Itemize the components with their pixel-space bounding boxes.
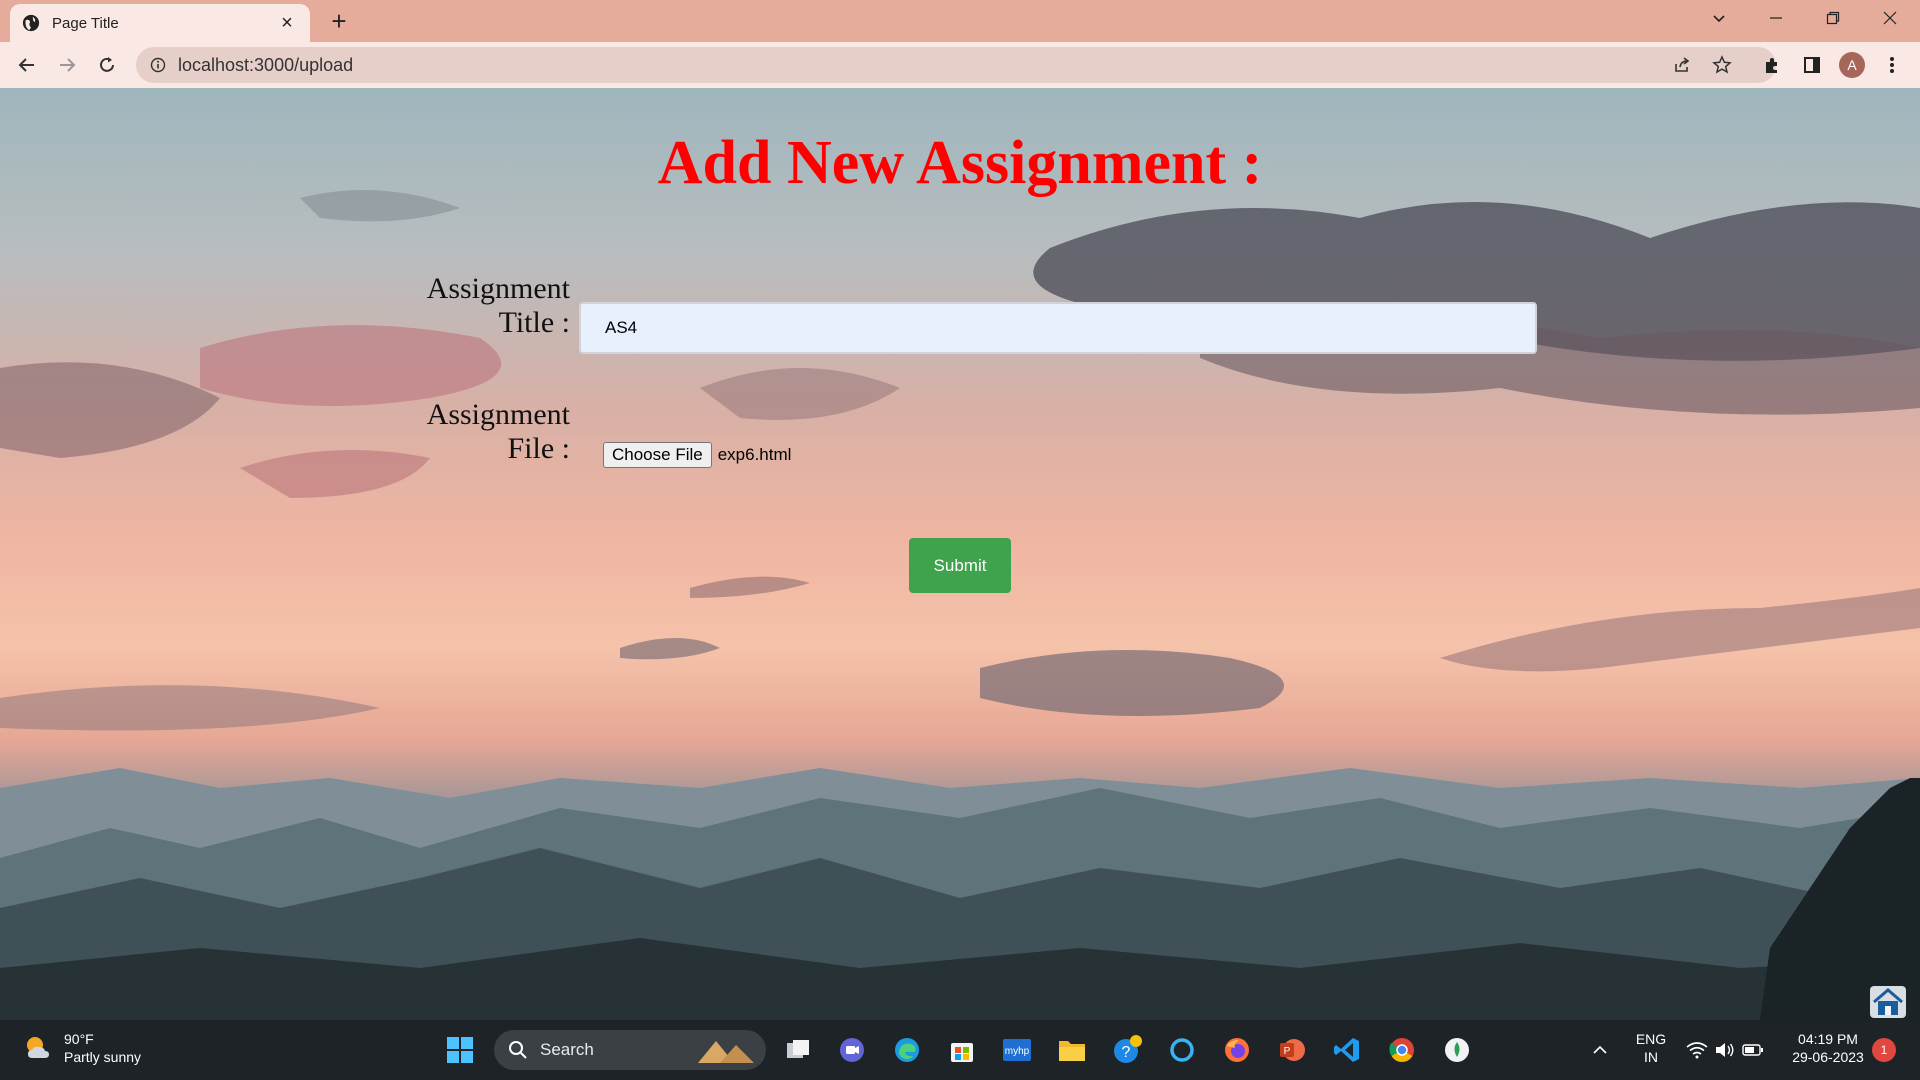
bookmark-star-icon[interactable]: [1708, 51, 1736, 79]
weather-widget[interactable]: 90°F Partly sunny: [22, 1030, 141, 1066]
vscode-icon[interactable]: [1327, 1030, 1367, 1070]
browser-toolbar: localhost:3000/upload A: [0, 42, 1920, 88]
taskbar-search[interactable]: Search: [494, 1030, 766, 1070]
file-input: Choose File exp6.html: [603, 442, 791, 468]
search-icon: [509, 1041, 527, 1059]
powerpoint-icon[interactable]: P: [1272, 1030, 1312, 1070]
task-view-icon[interactable]: [778, 1030, 818, 1070]
forward-button[interactable]: [53, 51, 81, 79]
info-icon[interactable]: [150, 57, 166, 73]
clock-time: 04:19 PM: [1798, 1031, 1858, 1047]
side-panel-icon[interactable]: [1798, 51, 1826, 79]
assignment-title-input[interactable]: AS4: [579, 302, 1537, 354]
selected-file-name: exp6.html: [717, 445, 792, 464]
show-hidden-icons-chevron-icon[interactable]: [1582, 1030, 1618, 1070]
clock[interactable]: 04:19 PM 29-06-2023: [1780, 1030, 1876, 1066]
profile-avatar[interactable]: A: [1838, 51, 1866, 79]
firefox-icon[interactable]: [1217, 1030, 1257, 1070]
myhp-icon[interactable]: myhp: [997, 1030, 1037, 1070]
edge-browser-icon[interactable]: [887, 1030, 927, 1070]
svg-text:myhp: myhp: [1005, 1046, 1030, 1057]
choose-file-button[interactable]: Choose File: [603, 442, 712, 468]
weather-description: Partly sunny: [64, 1049, 142, 1065]
reload-button[interactable]: [93, 51, 121, 79]
restore-button[interactable]: [1805, 0, 1861, 36]
back-button[interactable]: [13, 51, 41, 79]
share-icon[interactable]: [1668, 51, 1696, 79]
system-tray-status[interactable]: [1680, 1030, 1770, 1070]
chrome-icon[interactable]: [1382, 1030, 1422, 1070]
app-drop-icon[interactable]: [1437, 1030, 1477, 1070]
cortana-icon[interactable]: [1162, 1030, 1202, 1070]
submit-button[interactable]: Submit: [909, 538, 1011, 593]
globe-icon: [22, 14, 40, 32]
notification-badge[interactable]: 1: [1872, 1038, 1896, 1062]
new-tab-button[interactable]: +: [325, 8, 353, 36]
close-window-button[interactable]: [1862, 0, 1918, 36]
page-content: Add New Assignment : Assignment Title : …: [0, 88, 1920, 1020]
assignment-file-label: Assignment File :: [426, 398, 570, 465]
page-title: Add New Assignment :: [657, 129, 1263, 197]
close-tab-icon[interactable]: ×: [276, 12, 298, 34]
browser-tab-bar: Page Title × +: [0, 0, 1920, 42]
tab-search-icon[interactable]: [1691, 0, 1747, 36]
home-icon[interactable]: [1870, 986, 1906, 1018]
weather-temperature: 90°F: [64, 1031, 94, 1047]
svg-text:P: P: [1284, 1046, 1291, 1057]
windows-logo-icon: [447, 1037, 473, 1063]
svg-text:?: ?: [1122, 1044, 1131, 1061]
chat-teams-icon[interactable]: [832, 1030, 872, 1070]
windows-taskbar: 90°F Partly sunny Search myhp ? P ENG IN…: [0, 1020, 1920, 1080]
volume-icon: [1716, 1043, 1734, 1057]
assignment-title-label: Assignment Title :: [426, 272, 570, 339]
minimize-button[interactable]: [1748, 0, 1804, 36]
clock-date: 29-06-2023: [1792, 1049, 1864, 1065]
extensions-icon[interactable]: [1758, 51, 1786, 79]
start-button[interactable]: [440, 1030, 480, 1070]
partly-sunny-icon: [27, 1037, 49, 1058]
pyramids-icon: [698, 1041, 754, 1063]
get-help-icon[interactable]: ?: [1107, 1030, 1147, 1070]
wifi-icon: [1686, 1042, 1708, 1059]
address-bar[interactable]: localhost:3000/upload: [136, 47, 1776, 83]
file-explorer-icon[interactable]: [1052, 1030, 1092, 1070]
browser-tab[interactable]: Page Title ×: [10, 4, 310, 42]
language-indicator[interactable]: ENG IN: [1633, 1030, 1669, 1066]
menu-kebab-icon[interactable]: [1878, 51, 1906, 79]
tab-title: Page Title: [52, 14, 119, 32]
url-text: localhost:3000/upload: [178, 54, 354, 75]
battery-icon: [1742, 1044, 1763, 1056]
microsoft-store-icon[interactable]: [942, 1030, 982, 1070]
